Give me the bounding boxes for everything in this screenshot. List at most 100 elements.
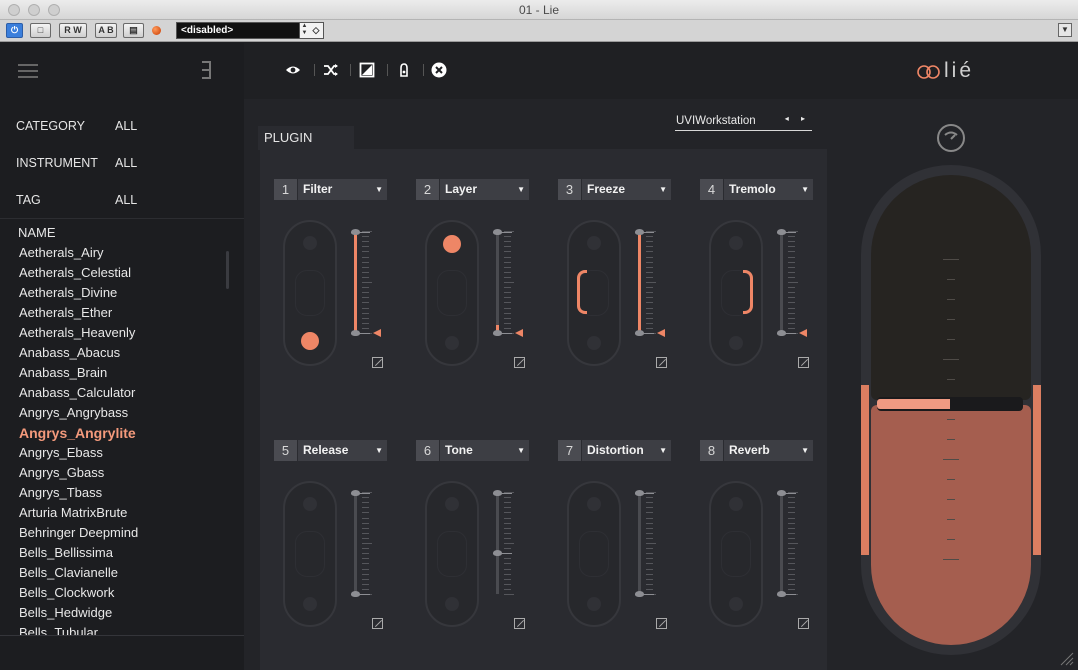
list-item[interactable]: Angrys_Angrylite bbox=[0, 423, 232, 443]
slider-marker-icon[interactable] bbox=[515, 329, 523, 337]
slider-tick bbox=[646, 282, 656, 283]
amount-slider[interactable] bbox=[772, 229, 812, 339]
list-item[interactable]: Anabass_Calculator bbox=[0, 383, 232, 403]
filter-value[interactable]: ALL bbox=[115, 193, 137, 207]
module-bypass-toggle-icon[interactable] bbox=[656, 357, 667, 368]
slider-marker-icon[interactable] bbox=[373, 329, 381, 337]
amount-slider[interactable] bbox=[630, 229, 670, 339]
list-item[interactable]: Aetherals_Celestial bbox=[0, 263, 232, 283]
xy-pad[interactable] bbox=[567, 220, 621, 366]
list-item[interactable]: Bells_Hedwidge bbox=[0, 603, 232, 623]
list-item[interactable]: Angrys_Tbass bbox=[0, 483, 232, 503]
pad-handle[interactable] bbox=[301, 332, 319, 350]
module-bypass-toggle-icon[interactable] bbox=[656, 618, 667, 629]
host-plugin-select[interactable]: UVIWorkstation ◂ ▸ bbox=[675, 113, 812, 131]
slider-handle-line bbox=[357, 333, 370, 334]
slider-marker-icon[interactable] bbox=[657, 329, 665, 337]
power-button[interactable]: ⏻ bbox=[6, 23, 23, 38]
module-number: 6 bbox=[416, 440, 439, 461]
list-item[interactable]: Bells_Bellissima bbox=[0, 543, 232, 563]
list-item[interactable]: Anabass_Brain bbox=[0, 363, 232, 383]
module-bypass-toggle-icon[interactable] bbox=[514, 357, 525, 368]
module-select[interactable]: Filter ▼ bbox=[298, 179, 387, 200]
xy-pad[interactable] bbox=[283, 220, 337, 366]
xy-pad[interactable] bbox=[425, 481, 479, 627]
xy-pad[interactable] bbox=[283, 481, 337, 627]
slider-marker-icon[interactable] bbox=[799, 329, 807, 337]
amount-slider[interactable] bbox=[772, 490, 812, 600]
close-icon[interactable] bbox=[431, 62, 447, 78]
master-gauge-icon[interactable] bbox=[936, 123, 966, 153]
xy-pad[interactable] bbox=[709, 220, 763, 366]
module-bypass-toggle-icon[interactable] bbox=[514, 618, 525, 629]
filter-value[interactable]: ALL bbox=[115, 119, 137, 133]
list-item[interactable]: Bells_Clockwork bbox=[0, 583, 232, 603]
list-item[interactable]: Bells_Tubular bbox=[0, 623, 232, 635]
collapse-sidebar-icon[interactable] bbox=[200, 60, 214, 80]
module-select[interactable]: Tone ▼ bbox=[440, 440, 529, 461]
amount-slider[interactable] bbox=[346, 490, 386, 600]
module-select[interactable]: Tremolo ▼ bbox=[724, 179, 813, 200]
list-item[interactable]: Angrys_Angrybass bbox=[0, 403, 232, 423]
list-item[interactable]: Aetherals_Airy bbox=[0, 243, 232, 263]
name-column-header[interactable]: NAME bbox=[18, 225, 56, 240]
xy-pad[interactable] bbox=[567, 481, 621, 627]
slider-tick bbox=[646, 512, 653, 513]
list-item[interactable]: Angrys_Ebass bbox=[0, 443, 232, 463]
list-item[interactable]: Arturia MatrixBrute bbox=[0, 503, 232, 523]
amount-slider[interactable] bbox=[488, 229, 528, 339]
amount-slider[interactable] bbox=[488, 490, 528, 600]
master-tick bbox=[947, 319, 955, 320]
slider-tick bbox=[362, 584, 369, 585]
xy-pad[interactable] bbox=[709, 481, 763, 627]
module-select[interactable]: Release ▼ bbox=[298, 440, 387, 461]
pad-handle[interactable] bbox=[443, 235, 461, 253]
module-select[interactable]: Layer ▼ bbox=[440, 179, 529, 200]
amount-slider[interactable] bbox=[630, 490, 670, 600]
toggle-icon[interactable] bbox=[359, 62, 375, 78]
list-item[interactable]: Aetherals_Ether bbox=[0, 303, 232, 323]
pad-handle[interactable] bbox=[577, 270, 587, 314]
lock-icon[interactable] bbox=[396, 62, 412, 78]
list-scrollbar[interactable] bbox=[226, 251, 229, 289]
preset-stepper-icon[interactable]: ▲ ▼ bbox=[299, 23, 309, 38]
pad-handle[interactable] bbox=[743, 270, 753, 314]
eye-icon[interactable] bbox=[285, 62, 301, 78]
filter-category[interactable]: CATEGORY ALL bbox=[0, 113, 244, 150]
slider-tick bbox=[646, 507, 653, 508]
list-item[interactable]: Aetherals_Heavenly bbox=[0, 323, 232, 343]
master-capsule-bottom[interactable] bbox=[871, 405, 1031, 645]
list-item[interactable]: Angrys_Gbass bbox=[0, 463, 232, 483]
preset-select[interactable]: <disabled> ▲ ▼ ◇ bbox=[176, 22, 324, 39]
amount-slider[interactable] bbox=[346, 229, 386, 339]
xy-pad[interactable] bbox=[425, 220, 479, 366]
list-item[interactable]: Behringer Deepmind bbox=[0, 523, 232, 543]
slider-tick bbox=[362, 543, 372, 544]
expand-menu-icon[interactable]: ▼ bbox=[1058, 23, 1072, 37]
menu-icon[interactable] bbox=[18, 64, 38, 78]
filter-value[interactable]: ALL bbox=[115, 156, 137, 170]
filter-instrument[interactable]: INSTRUMENT ALL bbox=[0, 150, 244, 187]
module-bypass-toggle-icon[interactable] bbox=[798, 357, 809, 368]
module-number: 5 bbox=[274, 440, 297, 461]
ab-compare-button[interactable]: A B bbox=[95, 23, 117, 38]
prev-next-arrows-icon[interactable]: ◂ ▸ bbox=[785, 114, 810, 123]
settings-button[interactable]: ▤ bbox=[123, 23, 144, 38]
module-select[interactable]: Reverb ▼ bbox=[724, 440, 813, 461]
module-bypass-toggle-icon[interactable] bbox=[372, 357, 383, 368]
tag-icon[interactable]: ◇ bbox=[309, 23, 323, 38]
bypass-button[interactable]: □ bbox=[30, 23, 51, 38]
master-level-slider[interactable] bbox=[877, 397, 1023, 411]
list-item[interactable]: Bells_Clavianelle bbox=[0, 563, 232, 583]
shuffle-icon[interactable] bbox=[323, 62, 339, 78]
module-select[interactable]: Distortion ▼ bbox=[582, 440, 671, 461]
list-item[interactable]: Anabass_Abacus bbox=[0, 343, 232, 363]
slider-tick bbox=[788, 297, 795, 298]
module-select[interactable]: Freeze ▼ bbox=[582, 179, 671, 200]
module-bypass-toggle-icon[interactable] bbox=[798, 618, 809, 629]
module-bypass-toggle-icon[interactable] bbox=[372, 618, 383, 629]
resize-grip-icon[interactable] bbox=[1058, 650, 1074, 666]
read-write-button[interactable]: R W bbox=[59, 23, 87, 38]
slider-tick bbox=[362, 328, 369, 329]
list-item[interactable]: Aetherals_Divine bbox=[0, 283, 232, 303]
